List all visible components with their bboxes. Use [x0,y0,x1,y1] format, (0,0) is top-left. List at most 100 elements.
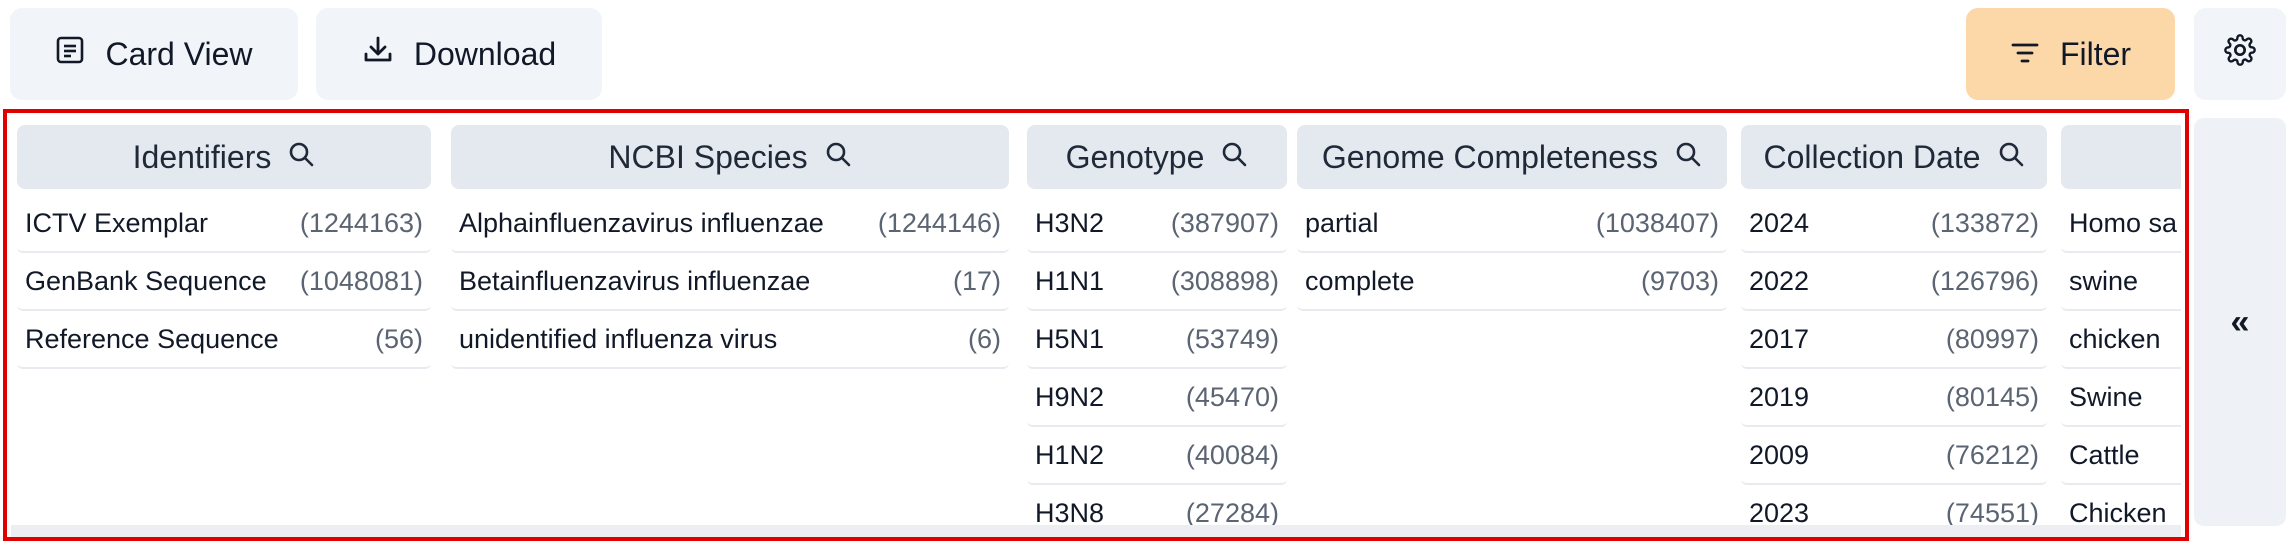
item-count: (1038407) [1595,207,1719,238]
settings-button[interactable] [2194,8,2286,100]
search-icon[interactable] [287,139,315,176]
item-label: complete [1305,265,1415,296]
item-label: Homo sa [2069,207,2178,238]
item-label: 2022 [1749,265,1810,296]
double-chevron-left-icon: « [2230,302,2250,341]
facet-column-genome-completeness: Genome Completeness partial (1038407) com… [1297,125,1727,311]
facet-column-genotype: Genotype H3N2 (387907) H1N1 (308898) H5N1 (… [1027,125,1287,537]
item-count: (387907) [1170,207,1279,238]
list-item[interactable]: 2024 (133872) [1741,195,2047,253]
column-header-identifiers[interactable]: Identifiers [17,125,431,189]
item-label: H3N8 [1035,497,1105,528]
item-count: (17) [952,265,1001,296]
list-item[interactable]: 2017 (80997) [1741,311,2047,369]
filter-label: Filter [2059,35,2132,72]
list-item[interactable]: 2019 (80145) [1741,369,2047,427]
list-item[interactable]: H1N2 (40084) [1027,427,1287,485]
item-label: H1N2 [1035,439,1105,470]
item-label: unidentified influenza virus [459,323,778,354]
column-title: Genome Completeness [1321,138,1659,175]
item-label: Swine [2069,381,2143,412]
item-count: (308898) [1170,265,1279,296]
column-title: Identifiers [132,138,272,175]
column-header-genotype[interactable]: Genotype [1027,125,1287,189]
card-list-icon [55,35,85,73]
list-item[interactable]: Homo sa [2061,195,2181,253]
item-count: (53749) [1185,323,1279,354]
item-label: ICTV Exemplar [25,207,209,238]
filter-lines-icon [2010,36,2040,73]
item-count: (126796) [1930,265,2039,296]
item-count: (56) [374,323,423,354]
list-item[interactable]: complete (9703) [1297,253,1727,311]
list-item[interactable]: Cattle [2061,427,2181,485]
list-item[interactable]: H3N2 (387907) [1027,195,1287,253]
list-item[interactable]: H5N1 (53749) [1027,311,1287,369]
item-label: Alphainfluenzavirus influenzae [459,207,824,238]
download-label: Download [413,35,557,72]
gear-icon [2224,34,2256,74]
item-label: Betainfluenzavirus influenzae [459,265,811,296]
item-label: 2017 [1749,323,1810,354]
list-item[interactable]: Betainfluenzavirus influenzae (17) [451,253,1009,311]
column-header-genome-completeness[interactable]: Genome Completeness [1297,125,1727,189]
column-header-host[interactable] [2061,125,2181,189]
item-count: (6) [968,323,1001,354]
list-item[interactable]: swine [2061,253,2181,311]
item-label: 2009 [1749,439,1810,470]
item-label: H3N2 [1035,207,1105,238]
facet-panel: Identifiers ICTV Exemplar (1244163) GenBa… [3,109,2189,541]
card-view-button[interactable]: Card View [10,8,298,100]
list-item[interactable]: H1N1 (308898) [1027,253,1287,311]
list-item[interactable]: chicken [2061,311,2181,369]
item-count: (1244163) [299,207,423,238]
list-item[interactable]: partial (1038407) [1297,195,1727,253]
facet-column-host: Homo sa swine chicken Swine Cattle Chick… [2061,125,2181,537]
horizontal-scrollbar[interactable] [11,525,2181,537]
list-item[interactable]: Alphainfluenzavirus influenzae (1244146) [451,195,1009,253]
item-count: (74551) [1945,497,2039,528]
column-title: NCBI Species [608,138,808,175]
item-count: (40084) [1185,439,1279,470]
download-icon [362,34,394,74]
search-icon[interactable] [824,139,852,176]
item-count: (1244146) [877,207,1001,238]
item-label: swine [2069,265,2139,296]
filter-button[interactable]: Filter [1966,8,2175,100]
list-item[interactable]: Swine [2061,369,2181,427]
item-label: H1N1 [1035,265,1105,296]
list-item[interactable]: ICTV Exemplar (1244163) [17,195,431,253]
collapse-panel-button[interactable]: « [2194,118,2286,526]
search-icon[interactable] [1220,139,1248,176]
item-label: GenBank Sequence [25,265,267,296]
list-item[interactable]: unidentified influenza virus (6) [451,311,1009,369]
search-icon[interactable] [1674,139,1702,176]
item-count: (45470) [1185,381,1279,412]
item-label: H9N2 [1035,381,1105,412]
item-label: partial [1305,207,1379,238]
facet-column-ncbi-species: NCBI Species Alphainfluenzavirus influen… [451,125,1009,369]
item-label: Cattle [2069,439,2140,470]
item-label: Chicken [2069,497,2167,528]
item-label: H5N1 [1035,323,1105,354]
column-title: Collection Date [1763,138,1981,175]
facet-column-identifiers: Identifiers ICTV Exemplar (1244163) GenBa… [17,125,431,369]
column-header-collection-date[interactable]: Collection Date [1741,125,2047,189]
list-item[interactable]: 2022 (126796) [1741,253,2047,311]
item-count: (27284) [1185,497,1279,528]
list-item[interactable]: GenBank Sequence (1048081) [17,253,431,311]
column-header-ncbi-species[interactable]: NCBI Species [451,125,1009,189]
list-item[interactable]: Reference Sequence (56) [17,311,431,369]
item-label: Reference Sequence [25,323,279,354]
list-item[interactable]: H9N2 (45470) [1027,369,1287,427]
item-count: (133872) [1930,207,2039,238]
facet-column-collection-date: Collection Date 2024 (133872) 2022 (126796… [1741,125,2047,537]
list-item[interactable]: 2009 (76212) [1741,427,2047,485]
search-icon[interactable] [1997,139,2025,176]
item-label: 2019 [1749,381,1810,412]
item-count: (76212) [1945,439,2039,470]
item-count: (80997) [1945,323,2039,354]
download-button[interactable]: Download [316,8,602,100]
item-count: (1048081) [299,265,423,296]
item-count: (9703) [1640,265,1719,296]
